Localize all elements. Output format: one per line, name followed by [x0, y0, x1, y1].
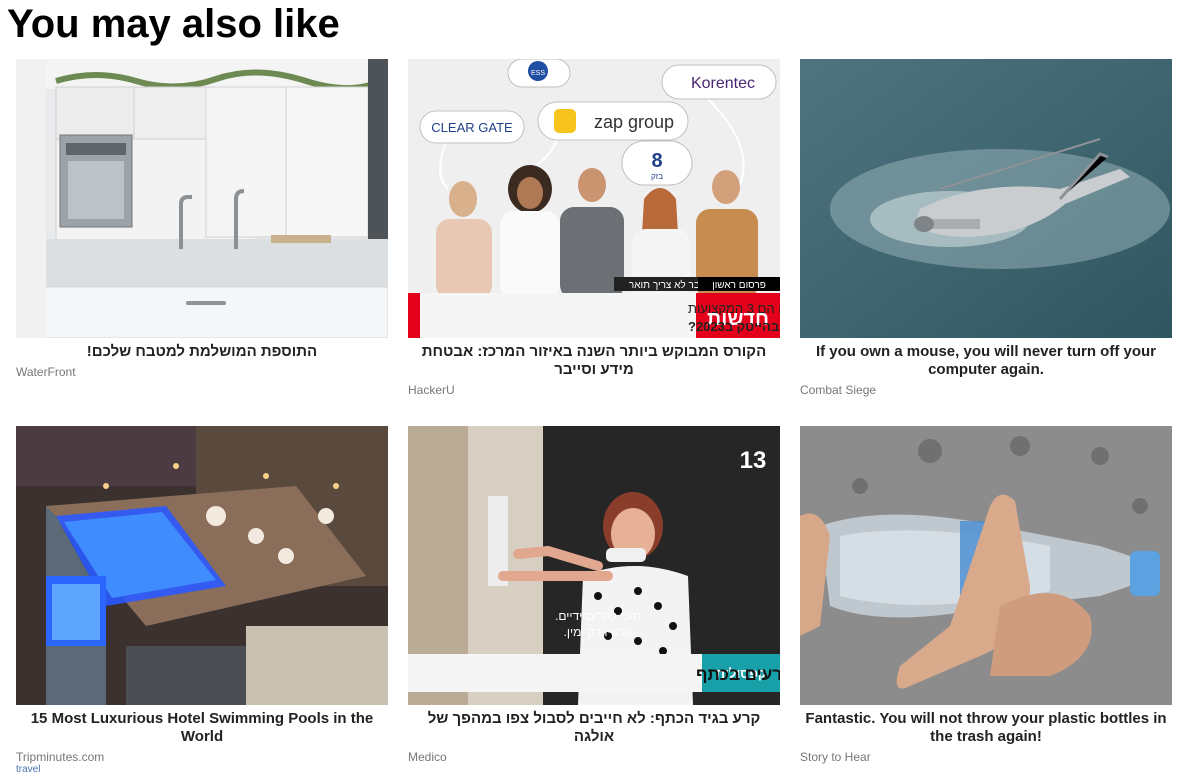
svg-text:תוכי להרים ידיים.: תוכי להרים ידיים. [555, 609, 641, 623]
thumbnail-pool[interactable] [16, 426, 388, 705]
thumbnail-kitchen[interactable] [16, 59, 388, 338]
svg-text:פרסום ראשון: פרסום ראשון [712, 280, 766, 291]
card-source[interactable]: Story to Hear [800, 750, 1172, 764]
pool-image [16, 426, 388, 705]
card-title[interactable]: התוספת המושלמת למטבח שלכם! [16, 343, 388, 361]
recommendation-card-hackeru[interactable]: ESS CLEAR GATE zap group Korentec 8 בזק … [408, 59, 780, 397]
bezeq-logo: 8 [651, 150, 662, 172]
svg-text:תכירו: הבלון לתיקון קרעים בכתף: תכירו: הבלון לתיקון קרעים בכתף [696, 665, 780, 684]
card-title[interactable]: קרע בגיד הכתף: לא חייבים לסבול צפו במהפך… [408, 710, 780, 746]
svg-text:המבוקשים ביותר בהייטק ב2023?: המבוקשים ביותר בהייטק ב2023? [688, 319, 780, 334]
recommendation-card-helicopter[interactable]: If you own a mouse, you will never turn … [800, 59, 1172, 397]
svg-text:ESS: ESS [531, 70, 545, 77]
card-source[interactable]: Combat Siege [800, 383, 1172, 397]
hackeru-ad-image: ESS CLEAR GATE zap group Korentec 8 בזק … [408, 59, 780, 338]
recommendation-card-kitchen[interactable]: התוספת המושלמת למטבח שלכם! WaterFront [16, 59, 388, 379]
thumbnail-bottle[interactable] [800, 426, 1172, 705]
zap-logo: zap group [594, 112, 674, 132]
tv-segment-image: 13 תוכי להרים ידיים. עכשיו רק ימין. קפסו… [408, 426, 780, 705]
card-source[interactable]: WaterFront [16, 365, 388, 379]
recommendation-card-pool[interactable]: 15 Most Luxurious Hotel Swimming Pools i… [16, 426, 388, 776]
thumbnail-helicopter[interactable] [800, 59, 1172, 338]
card-category[interactable]: travel [16, 764, 388, 776]
svg-text:כבר לא צריך תואר: כבר לא צריך תואר [629, 279, 705, 291]
card-source[interactable]: Tripminutes.com [16, 750, 388, 764]
svg-text:מה הם 3 המקצועות: מה הם 3 המקצועות [688, 301, 780, 316]
recommendation-card-bottle[interactable]: Fantastic. You will not throw your plast… [800, 426, 1172, 764]
kitchen-image [16, 59, 388, 338]
thumbnail-hackeru[interactable]: ESS CLEAR GATE zap group Korentec 8 בזק … [408, 59, 780, 338]
cleargate-logo: CLEAR GATE [431, 120, 513, 135]
channel-13-logo: 13 [740, 447, 767, 474]
card-title[interactable]: If you own a mouse, you will never turn … [800, 343, 1172, 379]
card-source[interactable]: Medico [408, 750, 780, 764]
card-source[interactable]: HackerU [408, 383, 780, 397]
helicopter-image [800, 59, 1172, 338]
bottle-image [800, 426, 1172, 705]
recommendation-card-shoulder[interactable]: 13 תוכי להרים ידיים. עכשיו רק ימין. קפסו… [408, 426, 780, 764]
section-heading: You may also like [7, 2, 340, 46]
card-title[interactable]: 15 Most Luxurious Hotel Swimming Pools i… [16, 710, 388, 746]
card-title[interactable]: Fantastic. You will not throw your plast… [800, 710, 1172, 746]
svg-text:בזק: בזק [651, 172, 663, 181]
korentec-logo: Korentec [691, 75, 755, 92]
zap-logo-icon [554, 109, 576, 133]
thumbnail-shoulder[interactable]: 13 תוכי להרים ידיים. עכשיו רק ימין. קפסו… [408, 426, 780, 705]
svg-text:עכשיו רק ימין.: עכשיו רק ימין. [564, 625, 633, 639]
card-title[interactable]: הקורס המבוקש ביותר השנה באיזור המרכז: אב… [408, 343, 780, 379]
